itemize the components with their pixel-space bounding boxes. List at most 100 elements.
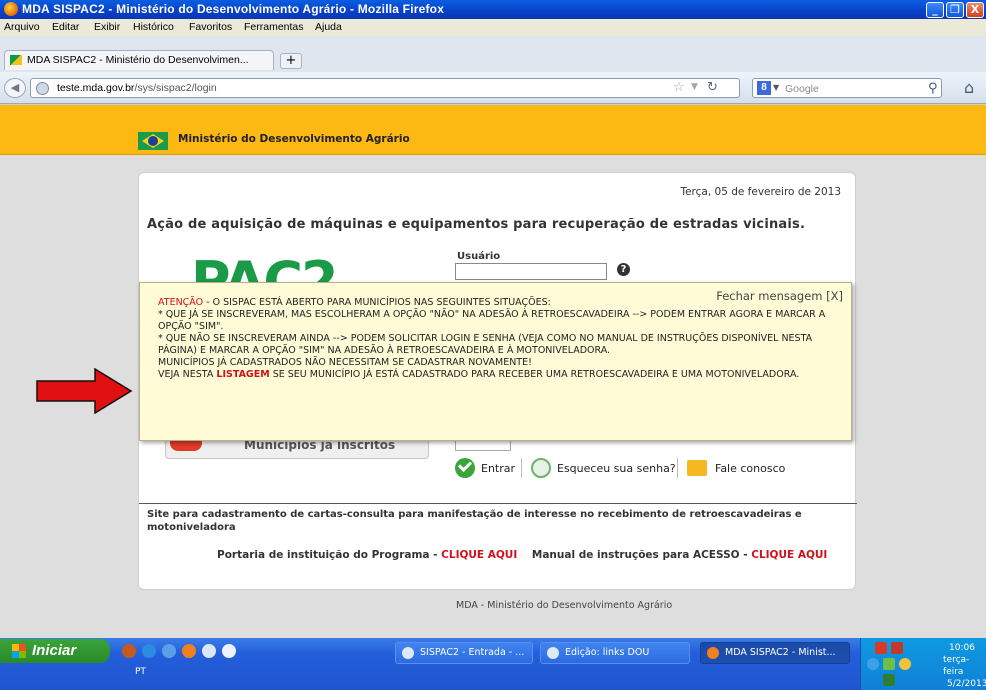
menu-favoritos[interactable]: Favoritos bbox=[189, 21, 232, 33]
menu-editar[interactable]: Editar bbox=[52, 21, 79, 33]
home-icon[interactable]: ⌂ bbox=[964, 78, 974, 97]
refresh-password-icon[interactable] bbox=[531, 458, 551, 478]
magnifier-icon[interactable]: ⚲ bbox=[928, 81, 938, 96]
taskbar-item-mda-sispac2[interactable]: MDA SISPAC2 - Minist... bbox=[700, 642, 850, 664]
registered-municipalities-button[interactable]: Municípios já inscritos bbox=[165, 438, 429, 459]
page-title: Ação de aquisição de máquinas e equipame… bbox=[147, 217, 806, 232]
globe-icon bbox=[36, 82, 49, 95]
user-label: Usuário bbox=[457, 251, 501, 262]
mail-icon[interactable] bbox=[687, 460, 707, 476]
red-arrow-icon bbox=[36, 368, 133, 414]
separator bbox=[521, 458, 522, 478]
notice-body: ATENÇÃO - O SISPAC ESTÁ ABERTO PARA MUNI… bbox=[158, 297, 828, 381]
dropdown-arrow-icon[interactable]: ▼ bbox=[691, 82, 698, 92]
brazil-flag-icon bbox=[138, 132, 168, 150]
username-input[interactable] bbox=[455, 263, 607, 280]
back-arrow-icon[interactable] bbox=[867, 658, 879, 670]
taskbar-item-sispac2-entrada[interactable]: SISPAC2 - Entrada - ... bbox=[395, 642, 533, 664]
notice-line: - O SISPAC ESTÁ ABERTO PARA MUNICÍPIOS N… bbox=[203, 297, 551, 308]
tab-active[interactable]: MDA SISPAC2 - Ministério do Desenvolvime… bbox=[4, 50, 274, 70]
close-button[interactable]: X bbox=[966, 2, 984, 18]
portaria-link[interactable]: CLIQUE AQUI bbox=[441, 549, 517, 561]
clock-day: terça-feira bbox=[943, 655, 970, 677]
mda-favicon bbox=[10, 55, 22, 65]
app-icon[interactable] bbox=[162, 644, 176, 658]
menu-ferramentas[interactable]: Ferramentas bbox=[244, 21, 304, 33]
notice-modal: Fechar mensagem [X] ATENÇÃO - O SISPAC E… bbox=[139, 282, 852, 441]
menu-ajuda[interactable]: Ajuda bbox=[315, 21, 342, 33]
app-icon[interactable] bbox=[202, 644, 216, 658]
notice-line: * QUE NÃO SE INSCREVERAM AINDA --> PODEM… bbox=[158, 333, 813, 356]
network-icon[interactable] bbox=[883, 658, 895, 670]
listing-link[interactable]: LISTAGEM bbox=[216, 369, 269, 380]
bookmark-star-icon[interactable]: ☆ bbox=[673, 80, 685, 95]
login-actions: Entrar Esqueceu sua senha? Fale conosco bbox=[455, 457, 855, 482]
app-icon[interactable] bbox=[122, 644, 136, 658]
taskbar-item-edicao-links[interactable]: Edição: links DOU bbox=[540, 642, 690, 664]
language-indicator[interactable]: PT bbox=[135, 667, 146, 677]
document-links: Portaria de instituição do Programa - CL… bbox=[217, 549, 827, 561]
antivirus-icon[interactable] bbox=[891, 642, 903, 654]
address-url: teste.mda.gov.br/sys/sispac2/login bbox=[57, 82, 217, 94]
address-bar[interactable]: teste.mda.gov.br/sys/sispac2/login ☆ ▼ ↻ bbox=[30, 78, 740, 98]
notice-line: MUNICÍPIOS JÁ CADASTRADOS NÃO NECESSITAM… bbox=[158, 357, 532, 368]
task-label: Edição: links DOU bbox=[565, 647, 650, 658]
menu-bar: Arquivo Editar Exibir Histórico Favorito… bbox=[0, 19, 986, 36]
tab-label: MDA SISPAC2 - Ministério do Desenvolvime… bbox=[27, 54, 249, 66]
firefox-icon[interactable] bbox=[182, 644, 196, 658]
page-footer: MDA - Ministério do Desenvolvimento Agrá… bbox=[456, 600, 673, 611]
minimize-button[interactable]: _ bbox=[926, 2, 944, 18]
clock[interactable]: 10:06 terça-feira 5/2/2013 bbox=[943, 642, 986, 690]
browser-icon bbox=[402, 647, 414, 659]
firefox-icon bbox=[707, 647, 719, 659]
notice-line: * QUE JÁ SE INSCREVERAM, MAS ESCOLHERAM … bbox=[158, 309, 826, 332]
pdf-icon bbox=[170, 441, 202, 451]
menu-historico[interactable]: Histórico bbox=[133, 21, 174, 33]
search-bar[interactable]: 8 ▼ Google bbox=[752, 78, 942, 98]
new-tab-button[interactable]: + bbox=[280, 53, 302, 69]
chevron-down-icon[interactable]: ▼ bbox=[773, 83, 779, 92]
menu-arquivo[interactable]: Arquivo bbox=[4, 21, 40, 33]
app-tray-icon[interactable] bbox=[899, 658, 911, 670]
browser-icon bbox=[547, 647, 559, 659]
navigation-bar: ◀ teste.mda.gov.br/sys/sispac2/login ☆ ▼… bbox=[0, 72, 986, 104]
site-description: Site para cadastramento de cartas-consul… bbox=[147, 509, 802, 533]
search-placeholder: Google bbox=[785, 83, 819, 95]
maximize-button[interactable]: ❐ bbox=[946, 2, 964, 18]
clock-date: 5/2/2013 bbox=[947, 679, 986, 689]
reload-icon[interactable]: ↻ bbox=[707, 80, 718, 95]
start-label: Iniciar bbox=[32, 642, 77, 659]
portaria-label: Portaria de instituição do Programa - bbox=[217, 549, 442, 561]
attention-label: ATENÇÃO bbox=[158, 297, 204, 308]
notice-line: SE SEU MUNICÍPIO JÁ ESTÁ CADASTRADO PARA… bbox=[269, 369, 800, 380]
menu-exibir[interactable]: Exibir bbox=[94, 21, 120, 33]
task-label: MDA SISPAC2 - Minist... bbox=[725, 647, 836, 658]
manual-link[interactable]: CLIQUE AQUI bbox=[751, 549, 827, 561]
system-tray: 10:06 terça-feira 5/2/2013 bbox=[860, 638, 986, 690]
ministry-name: Ministério do Desenvolvimento Agrário bbox=[178, 133, 410, 145]
manual-label: Manual de instruções para ACESSO - bbox=[531, 549, 752, 561]
top-strip bbox=[0, 105, 986, 125]
taskbar: Iniciar PT SISPAC2 - Entrada - ... Ediçã… bbox=[0, 638, 986, 690]
tray-icon[interactable] bbox=[883, 674, 895, 686]
separator bbox=[677, 458, 678, 478]
forgot-password-link[interactable]: Esqueceu sua senha? bbox=[557, 462, 676, 475]
start-button[interactable]: Iniciar bbox=[0, 639, 110, 663]
government-bar: Ministério do Desenvolvimento Agrário bbox=[0, 125, 986, 155]
task-label: SISPAC2 - Entrada - ... bbox=[420, 647, 525, 658]
firefox-icon bbox=[4, 2, 18, 16]
tab-strip: MDA SISPAC2 - Ministério do Desenvolvime… bbox=[0, 36, 986, 72]
current-date: Terça, 05 de fevereiro de 2013 bbox=[680, 186, 841, 198]
back-arrow-icon[interactable]: ◀ bbox=[4, 78, 26, 98]
window-title: MDA SISPAC2 - Ministério do Desenvolvime… bbox=[22, 2, 445, 16]
contact-link[interactable]: Fale conosco bbox=[715, 462, 785, 475]
ie-icon[interactable] bbox=[142, 644, 156, 658]
login-button[interactable]: Entrar bbox=[481, 462, 515, 475]
app-icon[interactable] bbox=[222, 644, 236, 658]
clock-time: 10:06 bbox=[949, 643, 975, 653]
pdf-tray-icon[interactable] bbox=[875, 642, 887, 654]
windows-logo-icon bbox=[12, 644, 26, 658]
notice-line: VEJA NESTA bbox=[158, 369, 217, 380]
help-icon[interactable]: ? bbox=[617, 263, 630, 276]
search-engine-icon[interactable]: 8 bbox=[757, 81, 771, 95]
